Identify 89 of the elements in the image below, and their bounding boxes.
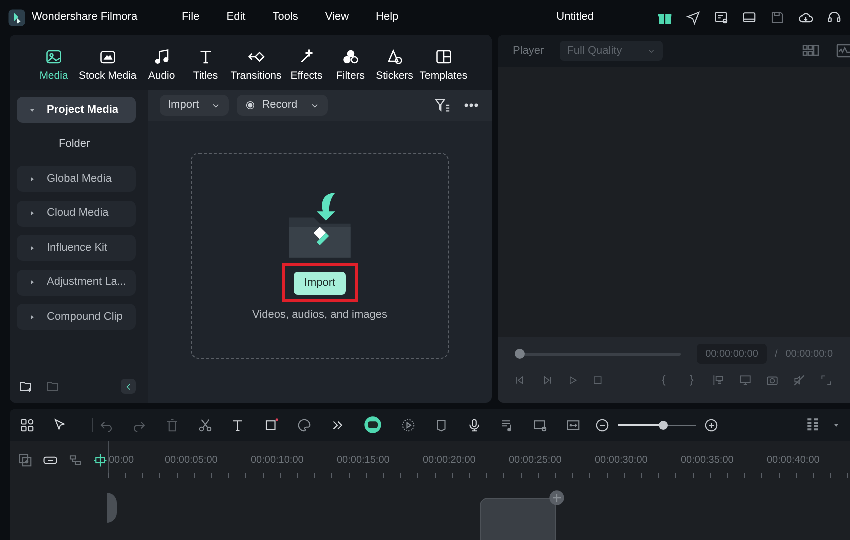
circles-icon[interactable]	[342, 48, 360, 66]
sidebar-item[interactable]: Global Media	[17, 166, 136, 192]
record-icon[interactable]	[245, 100, 256, 111]
logo-icon	[8, 8, 26, 26]
add-icon[interactable]	[549, 490, 565, 506]
microphone-icon[interactable]	[467, 418, 482, 432]
play-circle-icon[interactable]	[401, 418, 416, 432]
tab[interactable]: Transitions	[228, 48, 285, 85]
headset-icon[interactable]	[827, 10, 842, 25]
sidebar-item[interactable]: Adjustment La...	[17, 270, 136, 296]
tab[interactable]: Filters	[328, 48, 373, 85]
shapes-icon[interactable]	[386, 48, 404, 66]
task-list-icon[interactable]	[714, 10, 729, 25]
pointer-icon[interactable]	[53, 418, 68, 432]
palette-icon[interactable]	[297, 418, 312, 432]
apps-icon[interactable]	[20, 418, 35, 432]
tab[interactable]: Titles	[184, 48, 228, 85]
playhead-handle[interactable]	[107, 493, 117, 523]
zoom-in-icon[interactable]	[704, 418, 719, 432]
monitor-icon[interactable]	[739, 374, 752, 387]
progress-thumb[interactable]	[515, 349, 525, 359]
crop-icon[interactable]	[264, 418, 279, 432]
delete-folder-icon[interactable]	[46, 379, 61, 394]
scissors-icon[interactable]	[198, 418, 213, 432]
progress-slider[interactable]	[515, 349, 681, 359]
tab[interactable]: Templates	[416, 48, 471, 85]
robot-icon[interactable]	[363, 415, 383, 435]
track-height-icon[interactable]	[805, 417, 821, 433]
stop-icon[interactable]	[592, 374, 604, 387]
tab[interactable]: Stock Media	[76, 48, 140, 85]
time-separator: /	[774, 348, 778, 362]
tab[interactable]: Stickers	[372, 48, 417, 85]
image-icon[interactable]	[45, 48, 63, 66]
filter-icon[interactable]	[434, 97, 451, 114]
send-icon[interactable]	[686, 10, 701, 25]
ruler-label: 00:00:30:00	[595, 455, 648, 466]
record-dropdown[interactable]: Record	[237, 95, 328, 116]
trash-icon[interactable]	[165, 418, 180, 432]
import-button[interactable]: Import	[294, 272, 346, 294]
camera-icon[interactable]	[766, 374, 779, 387]
drop-zone[interactable]: Import Videos, audios, and images	[191, 153, 449, 359]
music-note-icon[interactable]	[152, 48, 171, 66]
player-label: Player	[513, 44, 544, 59]
layout-icon[interactable]	[742, 10, 757, 25]
insert-clip-icon[interactable]	[712, 374, 725, 387]
hint-text: Videos, audios, and images	[252, 308, 388, 322]
total-time: 00:00:00:0	[786, 348, 833, 362]
menu-item[interactable]: Tools	[272, 9, 298, 26]
menu-item[interactable]: View	[325, 9, 350, 26]
ruler-label: 00:00	[109, 455, 134, 466]
tab[interactable]: Media	[32, 48, 76, 85]
screen-record-icon[interactable]	[533, 418, 548, 432]
audio-off-icon[interactable]	[793, 374, 806, 387]
new-folder-icon[interactable]	[19, 379, 34, 394]
import-dropdown[interactable]: Import	[160, 95, 230, 116]
ruler-label: 00:00:10:00	[251, 455, 304, 466]
ruler-label: 00:00:35:00	[681, 455, 734, 466]
current-time: 00:00:00:00	[697, 344, 767, 364]
waveform-icon[interactable]	[836, 42, 850, 60]
add-track-icon[interactable]	[18, 453, 33, 468]
app-name: Wondershare Filmora	[32, 10, 139, 26]
ruler-label: 00:00:25:00	[509, 455, 562, 466]
sidebar-item[interactable]: Compound Clip	[17, 304, 136, 330]
fullscreen-icon[interactable]	[820, 374, 833, 387]
sidebar-item[interactable]: Influence Kit	[17, 235, 136, 261]
sidebar-item[interactable]: Cloud Media	[17, 200, 136, 226]
ruler-label: 00:00:40:00	[767, 455, 820, 466]
document-title: Untitled	[556, 10, 594, 26]
fit-width-icon[interactable]	[566, 418, 581, 432]
menu-item[interactable]: File	[182, 9, 200, 26]
ruler-label: 00:00:20:00	[423, 455, 476, 466]
sidebar-item[interactable]: Project Media	[17, 97, 136, 123]
zoom-thumb[interactable]	[659, 420, 668, 430]
ruler-label: 00:00:15:00	[337, 455, 390, 466]
template-grid-icon[interactable]	[434, 48, 453, 66]
caret-down-icon[interactable]	[833, 422, 840, 428]
unlink-icon[interactable]	[68, 453, 83, 468]
ruler-label: 00:00:05:00	[165, 455, 218, 466]
zoom-slider[interactable]	[618, 420, 696, 430]
menu-item[interactable]: Edit	[226, 9, 246, 26]
menu-item[interactable]: Help	[376, 9, 399, 26]
photo-card-icon[interactable]	[98, 48, 117, 66]
snap-icon[interactable]	[93, 453, 108, 468]
zoom-out-icon[interactable]	[595, 418, 610, 432]
sidebar-item[interactable]: Folder	[17, 132, 136, 158]
save-icon[interactable]	[770, 10, 785, 25]
tab[interactable]: Audio	[140, 48, 184, 85]
tab[interactable]: Effects	[284, 48, 329, 85]
marker-icon[interactable]	[434, 418, 449, 432]
